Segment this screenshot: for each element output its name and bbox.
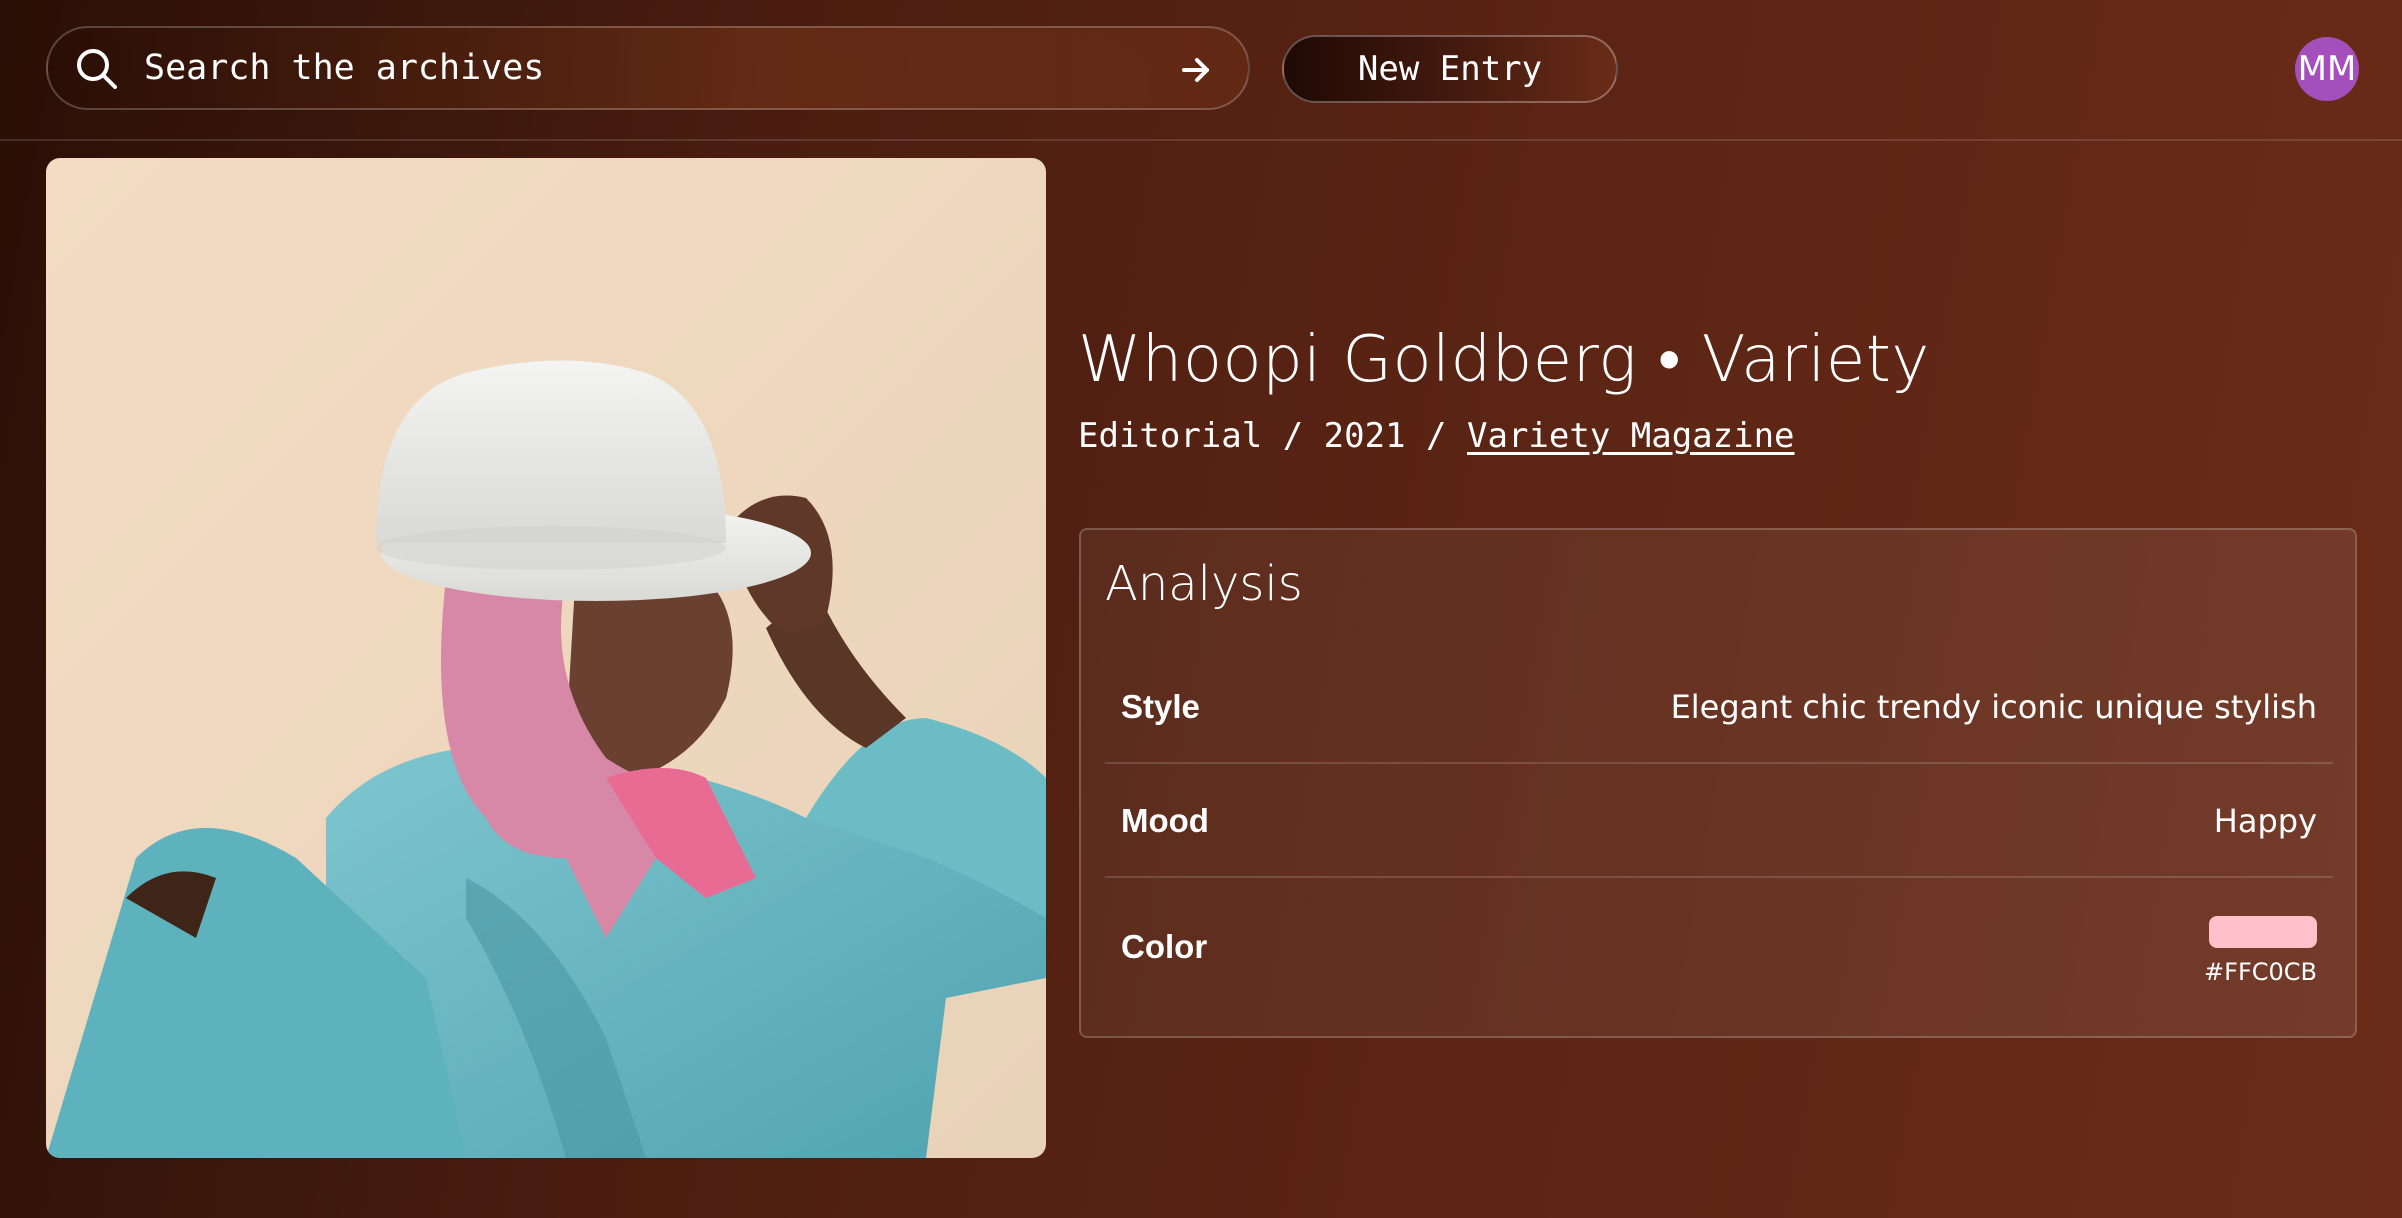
analysis-panel: Analysis Style Elegant chic trendy iconi… [1079,528,2357,1038]
arrow-right-icon[interactable] [1180,54,1212,86]
style-value: Elegant chic trendy iconic unique stylis… [1670,688,2317,726]
meta-separator: / [1282,416,1324,456]
analysis-row-color: Color #FFC0CB [1105,878,2333,1028]
entry-year: 2021 [1323,416,1406,456]
mood-value: Happy [2213,802,2317,840]
meta-separator: / [1426,416,1467,456]
analysis-heading: Analysis [1105,556,1303,612]
mood-label: Mood [1121,802,1209,839]
publication-link[interactable]: Variety Magazine [1467,416,1795,456]
analysis-row-mood: Mood Happy [1105,764,2333,878]
color-hex-value: #FFC0CB [2204,958,2317,986]
style-label: Style [1121,688,1200,725]
portrait-illustration [46,158,1046,1158]
search-icon[interactable] [74,46,120,92]
top-bar: New Entry MM [0,0,2402,141]
color-label: Color [1121,928,1208,965]
color-swatch [2209,916,2317,948]
entry-meta: Editorial / 2021 / Variety Magazine [1078,416,1795,456]
page-title: Whoopi Goldberg • Variety [1078,323,1930,397]
search-input[interactable] [144,28,1144,108]
new-entry-button[interactable]: New Entry [1282,35,1618,103]
entry-category: Editorial [1078,416,1263,456]
search-bar[interactable] [46,26,1250,110]
portrait-photo [46,158,1046,1158]
avatar[interactable]: MM [2295,37,2359,101]
analysis-row-style: Style Elegant chic trendy iconic unique … [1105,650,2333,764]
